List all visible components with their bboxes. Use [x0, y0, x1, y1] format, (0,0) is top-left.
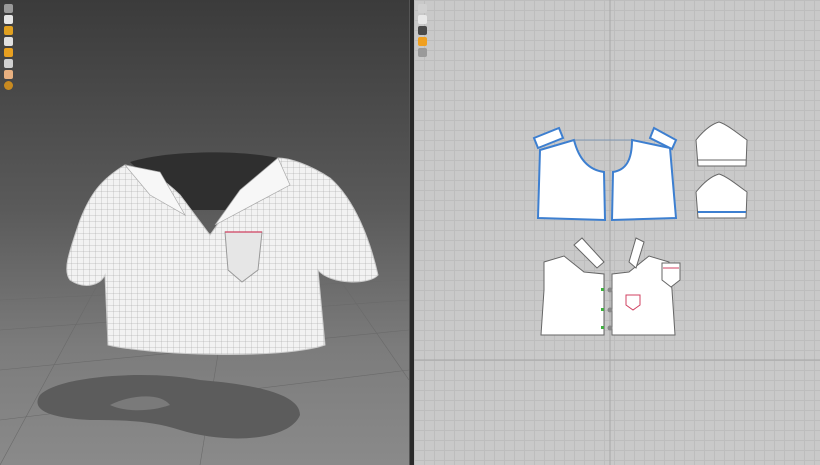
texture-icon[interactable]: [4, 26, 13, 35]
pattern-edit-icon[interactable]: [418, 4, 427, 13]
pattern-back-collar-left[interactable]: [573, 237, 605, 269]
pattern-back-left[interactable]: [540, 255, 605, 336]
layer-icon[interactable]: [418, 48, 427, 57]
3d-toolbar: [4, 4, 13, 90]
body-icon[interactable]: [4, 70, 13, 79]
garment-icon[interactable]: [4, 15, 13, 24]
pattern-front-right[interactable]: [610, 138, 678, 222]
avatar-icon[interactable]: [4, 37, 13, 46]
show-grid-icon[interactable]: [418, 15, 427, 24]
arrangement-icon[interactable]: [4, 59, 13, 68]
garment-shadow: [37, 375, 300, 439]
2d-patterns: [414, 0, 820, 465]
2d-toolbar: [418, 4, 427, 57]
display-avatar-icon[interactable]: [4, 4, 13, 13]
2d-pattern-window[interactable]: [414, 0, 820, 465]
3d-scene: [0, 152, 409, 465]
show-3d-pattern-icon[interactable]: [4, 48, 13, 57]
fabric-icon[interactable]: [4, 81, 13, 90]
3d-viewport[interactable]: [0, 0, 409, 465]
3d-garment-shirt[interactable]: [66, 152, 379, 355]
pattern-color-icon[interactable]: [418, 37, 427, 46]
pattern-sleeve-upper[interactable]: [695, 121, 748, 167]
texture-2d-icon[interactable]: [418, 26, 427, 35]
pattern-front-left[interactable]: [536, 138, 607, 222]
